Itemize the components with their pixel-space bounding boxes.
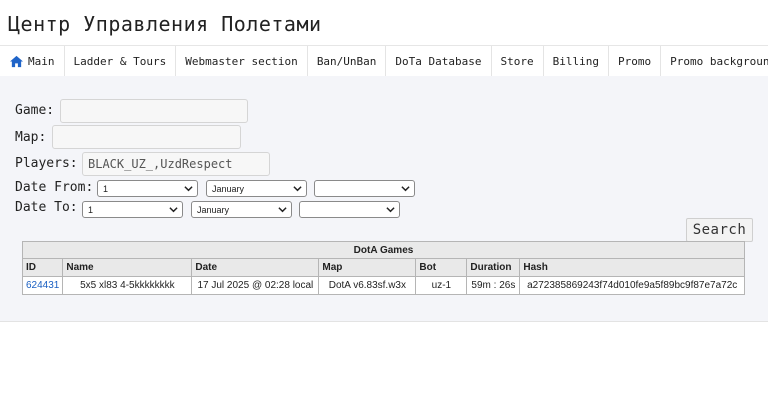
- date-to-month-value: January: [197, 204, 230, 215]
- date-to-day-value: 1: [88, 204, 94, 215]
- column-header-bot: Bot: [415, 258, 468, 277]
- date-from-day-select[interactable]: 1: [97, 180, 198, 197]
- date-from-month-value: January: [212, 183, 245, 194]
- nav-item-main[interactable]: Main: [0, 46, 65, 76]
- game-input[interactable]: [60, 99, 248, 123]
- main-nav: Main Ladder & Tours Webmaster section Ba…: [0, 45, 768, 77]
- table-row: 624431 5x5 xl83 4-5kkkkkkkk 17 Jul 2025 …: [21, 276, 745, 295]
- cell-date: 17 Jul 2025 @ 02:28 local: [191, 276, 320, 295]
- search-panel: Game: Map: Players: BLACK_UZ_,UzdRespect…: [0, 76, 768, 322]
- nav-item-ladder-tours[interactable]: Ladder & Tours: [65, 46, 177, 76]
- date-to-day-select[interactable]: 1: [82, 201, 183, 218]
- dota-games-table: DotA Games ID Name Date Map Bot Duration…: [21, 241, 745, 295]
- chevron-down-icon: [278, 207, 287, 213]
- players-input[interactable]: BLACK_UZ_,UzdRespect: [82, 152, 270, 176]
- nav-item-promo[interactable]: Promo: [609, 46, 662, 76]
- column-header-hash: Hash: [519, 258, 745, 277]
- game-id-link[interactable]: 624431: [26, 280, 59, 291]
- cell-bot: uz-1: [415, 276, 468, 295]
- cell-id: 624431: [21, 276, 64, 295]
- map-input[interactable]: [52, 125, 241, 149]
- nav-item-dota-database[interactable]: DoTa Database: [386, 46, 492, 76]
- date-to-year-select[interactable]: [299, 201, 400, 218]
- players-label: Players:: [15, 156, 78, 171]
- site-title: Центр Управления Полетами: [8, 12, 322, 36]
- nav-item-billing[interactable]: Billing: [544, 46, 609, 76]
- date-from-label: Date From:: [15, 180, 94, 195]
- map-label: Map:: [15, 130, 47, 145]
- nav-item-store[interactable]: Store: [492, 46, 544, 76]
- column-header-id: ID: [21, 258, 64, 277]
- search-button[interactable]: Search: [686, 218, 753, 242]
- column-header-map: Map: [318, 258, 417, 277]
- date-from-day-value: 1: [103, 183, 109, 194]
- chevron-down-icon: [184, 186, 193, 192]
- chevron-down-icon: [401, 186, 410, 192]
- cell-duration: 59m : 26s: [466, 276, 521, 295]
- nav-item-label: Main: [28, 54, 55, 68]
- nav-item-ban-unban[interactable]: Ban/UnBan: [308, 46, 387, 76]
- cell-name: 5x5 xl83 4-5kkkkkkkk: [62, 276, 193, 295]
- chevron-down-icon: [386, 207, 395, 213]
- cell-map: DotA v6.83sf.w3x: [318, 276, 417, 295]
- game-label: Game:: [15, 103, 55, 118]
- column-header-name: Name: [62, 258, 193, 277]
- table-caption: DotA Games: [22, 241, 745, 259]
- cell-hash: a272385869243f74d010fe9a5f89bc9f87e7a72c: [519, 276, 745, 295]
- date-from-year-select[interactable]: [314, 180, 415, 197]
- table-header-row: ID Name Date Map Bot Duration Hash: [21, 258, 745, 277]
- chevron-down-icon: [169, 207, 178, 213]
- nav-item-promo-background[interactable]: Promo background: [661, 46, 768, 76]
- column-header-duration: Duration: [466, 258, 521, 277]
- date-from-month-select[interactable]: January: [206, 180, 307, 197]
- nav-item-webmaster-section[interactable]: Webmaster section: [176, 46, 308, 76]
- home-icon: [10, 55, 23, 67]
- column-header-date: Date: [191, 258, 320, 277]
- chevron-down-icon: [293, 186, 302, 192]
- date-to-label: Date To:: [15, 200, 78, 215]
- date-to-month-select[interactable]: January: [191, 201, 292, 218]
